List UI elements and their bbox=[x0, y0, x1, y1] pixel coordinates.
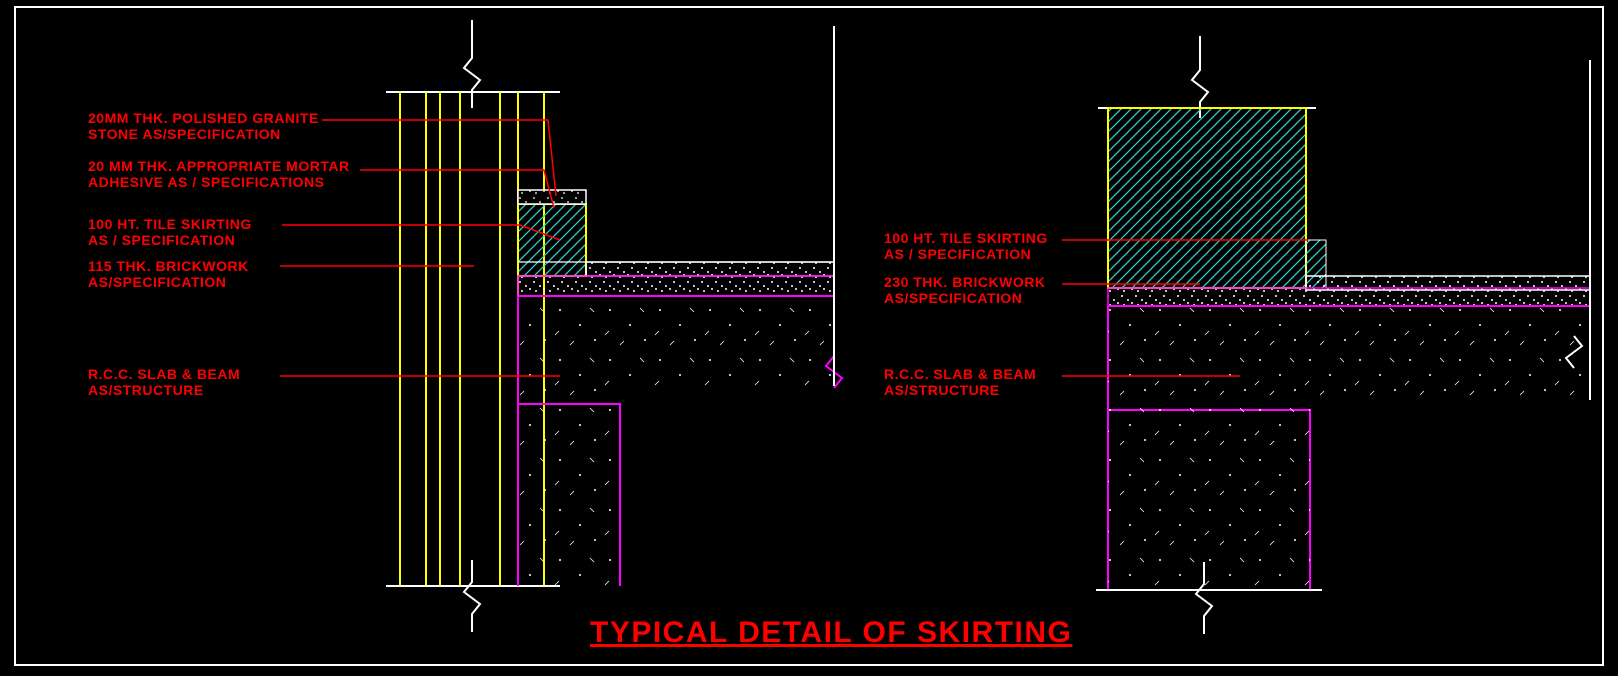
label-granite: 20MM THK. POLISHED GRANITE STONE AS/SPEC… bbox=[88, 110, 319, 142]
right-detail-drawing bbox=[0, 0, 1618, 676]
label-mortar: 20 MM THK. APPROPRIATE MORTAR ADHESIVE A… bbox=[88, 158, 350, 190]
label-slab-left: R.C.C. SLAB & BEAM AS/STRUCTURE bbox=[88, 366, 240, 398]
label-brick-left: 115 THK. BRICKWORK AS/SPECIFICATION bbox=[88, 258, 249, 290]
label-slab-right: R.C.C. SLAB & BEAM AS/STRUCTURE bbox=[884, 366, 1036, 398]
label-brick-right: 230 THK. BRICKWORK AS/SPECIFICATION bbox=[884, 274, 1045, 306]
label-skirting-right: 100 HT. TILE SKIRTING AS / SPECIFICATION bbox=[884, 230, 1048, 262]
drawing-title: TYPICAL DETAIL OF SKIRTING bbox=[590, 616, 1072, 650]
label-skirting-left: 100 HT. TILE SKIRTING AS / SPECIFICATION bbox=[88, 216, 252, 248]
